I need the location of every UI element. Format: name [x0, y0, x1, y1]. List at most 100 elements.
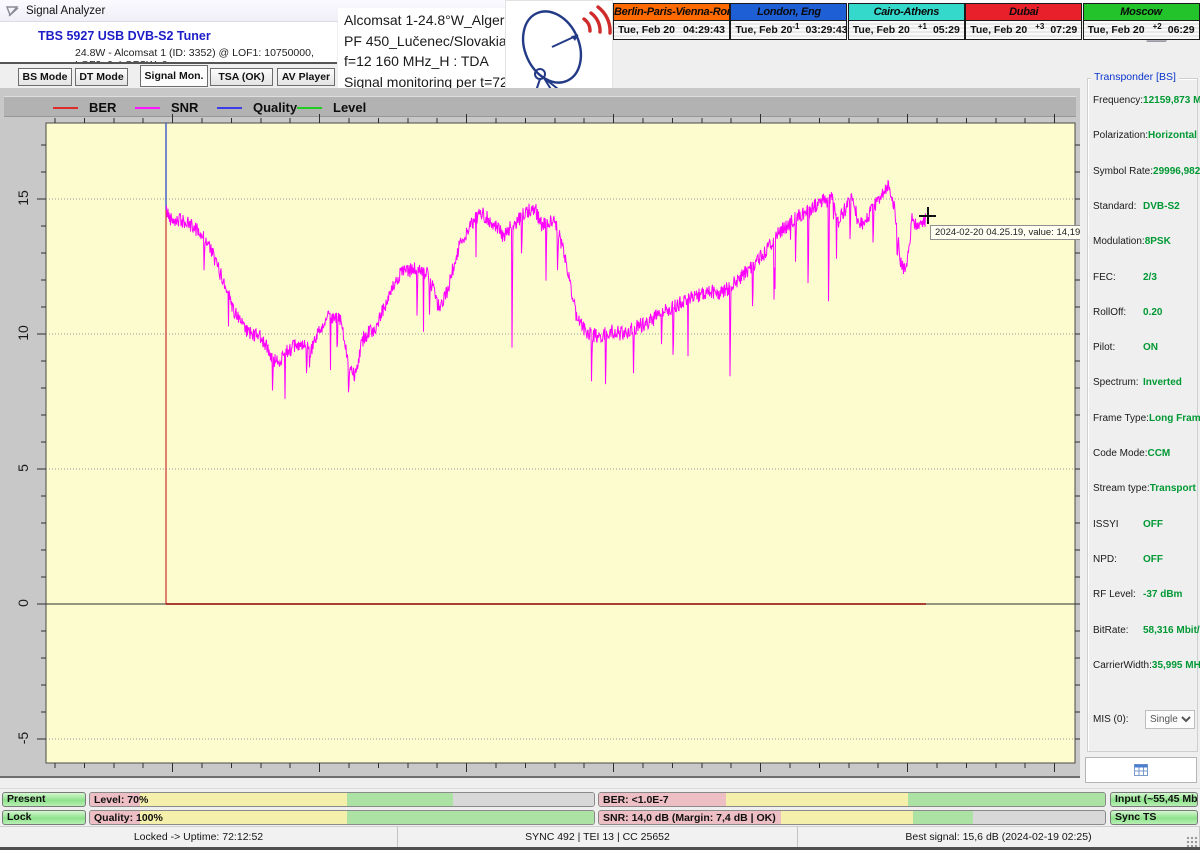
transponder-row-carrierwidth: CarrierWidth:35,995 MHz [1093, 660, 1193, 671]
field-value: 2/3 [1143, 272, 1157, 283]
meter-segment-yellow [140, 793, 347, 806]
tab-signal-mon-[interactable]: Signal Mon. [140, 65, 208, 87]
window-title: Signal Analyzer [26, 5, 105, 17]
meter-segment-green [347, 811, 594, 824]
annotation-line: f=12 160 MHz_H : TDA [344, 51, 520, 72]
meter-segment-green [347, 793, 453, 806]
clock-date: Tue, Feb 20 [853, 24, 910, 36]
transponder-row-bitrate: BitRate:58,316 Mbit/s [1093, 625, 1193, 636]
field-label: Frame Type: [1093, 413, 1149, 424]
mis-label: MIS (0): [1093, 714, 1143, 725]
field-value: CCM [1147, 448, 1170, 459]
clock-city: London, Eng [731, 4, 846, 21]
clock-utc-offset: +2 [1145, 22, 1168, 31]
meter-snr: SNR: 14,0 dB (Margin: 7,4 dB | OK) [598, 810, 1106, 825]
meter-segment-yellow [140, 811, 347, 824]
field-value: 8PSK [1145, 236, 1171, 247]
transponder-row-frametype: Frame Type:Long Frame [1093, 413, 1193, 424]
transponder-row-frequency: Frequency:12159,873 MHz [1093, 95, 1193, 106]
meter-quality: Quality: 100% [89, 810, 595, 825]
meter-segment-yellow [781, 811, 913, 824]
field-value: 0.20 [1143, 307, 1162, 318]
transponder-row-rflevel: RF Level:-37 dBm [1093, 589, 1193, 600]
y-axis-tick-label: 15 [15, 185, 31, 211]
annotation-line: Alcomsat 1-24.8°W_Algeria [344, 10, 520, 31]
status-cell-0: Locked -> Uptime: 72:12:52 [0, 827, 398, 847]
y-axis-tick-label: 5 [15, 455, 31, 481]
field-label: Stream type: [1093, 483, 1150, 494]
clock-time: 06:29 [1168, 24, 1195, 36]
field-label: BitRate: [1093, 625, 1143, 636]
clock-date: Tue, Feb 20 [735, 24, 792, 36]
tuner-name: TBS 5927 USB DVB-S2 Tuner [38, 29, 211, 43]
field-label: RollOff: [1093, 307, 1143, 318]
transponder-title: Transponder [BS] [1091, 71, 1179, 83]
field-value: Inverted [1143, 377, 1182, 388]
field-label: Modulation: [1093, 236, 1145, 247]
transponder-row-fec: FEC:2/3 [1093, 272, 1193, 283]
crosshair-cursor [919, 207, 936, 224]
status-badge-syncts: Sync TS [1110, 810, 1198, 825]
transponder-row-pilot: Pilot:ON [1093, 342, 1193, 353]
tab-tsa-ok-[interactable]: TSA (OK) [210, 68, 273, 86]
transponder-row-codemode: Code Mode:CCM [1093, 448, 1193, 459]
field-value: -37 dBm [1143, 589, 1182, 600]
field-value: OFF [1143, 554, 1163, 565]
status-badge-present: Present [2, 792, 86, 807]
meter-ber: BER: <1.0E-7 [598, 792, 1106, 807]
field-label: ISSYI [1093, 519, 1143, 530]
transponder-row-npd: NPD:OFF [1093, 554, 1193, 565]
app-icon [6, 4, 20, 18]
transponder-row-issyi: ISSYIOFF [1093, 519, 1193, 530]
clock-0: Berlin-Paris-Vienna-Roma Tue, Feb 20 04:29… [613, 3, 730, 40]
field-label: Polarization: [1093, 130, 1148, 141]
transponder-row-polarization: Polarization:Horizontal [1093, 130, 1193, 141]
clock-time: 03:29:43 [806, 24, 848, 36]
clock-utc-offset: -1 [792, 22, 805, 31]
meter-segment-yellow [726, 793, 908, 806]
field-value: OFF [1143, 519, 1163, 530]
status-bar: Locked -> Uptime: 72:12:52SYNC 492 | TEI… [0, 826, 1200, 847]
mis-select[interactable]: Single [1145, 710, 1195, 729]
clock-city: Berlin-Paris-Vienna-Roma [614, 4, 729, 21]
y-axis-tick-label: 10 [15, 320, 31, 346]
clock-time: 04:29:43 [683, 24, 725, 36]
y-axis-tick-label: -5 [15, 725, 31, 751]
meter-segment-gray [453, 793, 594, 806]
clock-date: Tue, Feb 20 [618, 24, 675, 36]
tab-dt-mode[interactable]: DT Mode [75, 68, 128, 86]
clock-date: Tue, Feb 20 [1088, 24, 1145, 36]
status-cell-1: SYNC 492 | TEI 13 | CC 25652 [398, 827, 798, 847]
clock-2: Cairo-AthensTue, Feb 20+105:29 [848, 3, 965, 40]
field-value: Long Frame [1149, 413, 1200, 424]
tab-strip: BS ModeDT Mode Signal Mon.TSA (OK)AV Play… [0, 64, 337, 88]
tab-av-player[interactable]: AV Player [277, 68, 335, 86]
status-badge-input: Input (~55,45 Mbps) [1110, 792, 1198, 807]
field-value: 58,316 Mbit/s [1143, 625, 1200, 636]
meter-label: Quality: 100% [94, 811, 163, 825]
clock-city: Cairo-Athens [849, 4, 964, 21]
field-label: FEC: [1093, 272, 1143, 283]
annotation-line: PF 450_Lučenec/Slovakia [344, 31, 520, 52]
transport-list-button[interactable] [1085, 757, 1197, 783]
tab-bs-mode[interactable]: BS Mode [18, 68, 72, 86]
transponder-row-symbolrate: Symbol Rate:29996,982 KS/s [1093, 166, 1193, 177]
field-value: 29996,982 KS/s [1153, 166, 1200, 177]
transponder-row-spectrum: Spectrum:Inverted [1093, 377, 1193, 388]
meter-segment-green [913, 811, 974, 824]
field-label: Symbol Rate: [1093, 166, 1153, 177]
status-badge-lock: Lock [2, 810, 86, 825]
clock-time: 07:29 [1050, 24, 1077, 36]
signal-chart[interactable] [0, 88, 1080, 778]
field-label: Spectrum: [1093, 377, 1143, 388]
meter-label: SNR: 14,0 dB (Margin: 7,4 dB | OK) [603, 811, 776, 825]
field-label: NPD: [1093, 554, 1143, 565]
clock-city: Dubai [966, 4, 1081, 21]
field-value: DVB-S2 [1143, 201, 1180, 212]
transponder-row-rolloff: RollOff:0.20 [1093, 307, 1193, 318]
chart-panel: BERSNRQualityLevel 151050-5 2024-02-20 0… [0, 88, 1080, 778]
field-value: Transport [1150, 483, 1196, 494]
annotation-block: Alcomsat 1-24.8°W_AlgeriaPF 450_Lučenec/… [338, 8, 526, 96]
table-icon [1134, 764, 1148, 776]
y-axis-tick-label: 0 [15, 590, 31, 616]
